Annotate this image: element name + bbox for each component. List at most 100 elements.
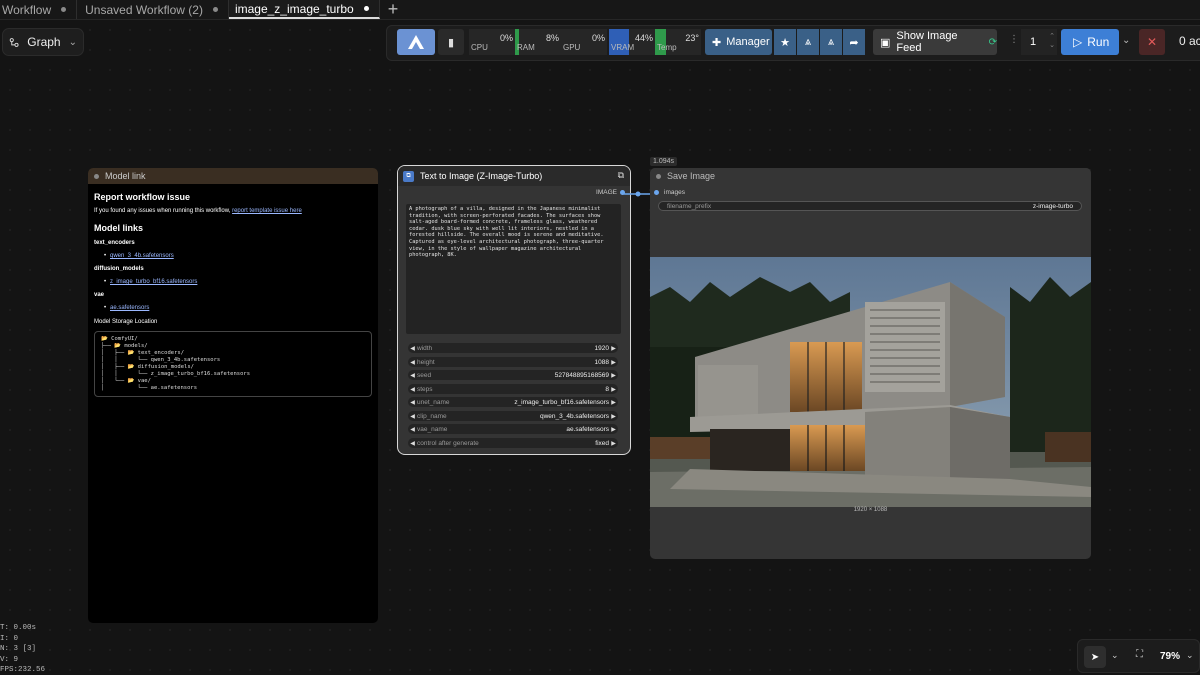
node-header[interactable]: ⧉ Text to Image (Z-Image-Turbo) — [398, 166, 630, 186]
manager-button[interactable]: ✚ Manager — [705, 29, 772, 55]
widget-value: z_image_turbo_bf16.safetensors — [514, 398, 609, 406]
comfy-logo-button[interactable] — [397, 29, 435, 55]
decrement-icon[interactable]: ◀ — [408, 372, 417, 379]
vram-value: 44% — [634, 33, 653, 43]
increment-icon[interactable]: ▶ — [609, 386, 618, 393]
widget-label: seed — [417, 371, 432, 379]
report-issue-link[interactable]: report template issue here — [232, 208, 302, 214]
comfy-logo-icon — [408, 35, 424, 49]
add-tab-button[interactable]: + — [380, 0, 407, 19]
increment-icon[interactable]: ▶ — [609, 399, 618, 406]
star-icon: ★ — [780, 36, 790, 49]
vae-name-widget[interactable]: ◀ vae_name ae.safetensors ▶ — [408, 424, 618, 434]
images-input-slot[interactable]: images — [654, 189, 685, 196]
clip-name-widget[interactable]: ◀ clip_name qwen_3_4b.safetensors ▶ — [408, 411, 618, 421]
show-image-feed-button[interactable]: ▣ Show Image Feed ⟳ — [873, 29, 997, 55]
bookmark-icon: ▮ — [447, 36, 455, 49]
villa-photo — [650, 257, 1091, 507]
manager-label: Manager — [726, 36, 770, 48]
cancel-run-button[interactable]: ✕ — [1139, 29, 1165, 55]
decrement-icon[interactable]: ◀ — [408, 345, 417, 352]
model-file-link[interactable]: qwen_3_4b.safetensors — [94, 253, 372, 259]
output-image-preview[interactable] — [650, 257, 1091, 507]
stepper-arrows-icon[interactable]: ⌃ ⌄ — [1049, 32, 1055, 50]
model-button[interactable]: ⩓ — [797, 29, 819, 55]
unet-name-widget[interactable]: ◀ unet_name z_image_turbo_bf16.safetenso… — [408, 397, 618, 407]
collapse-dot-icon[interactable] — [94, 173, 99, 179]
widget-value: ae.safetensors — [566, 425, 609, 433]
tab-workflow[interactable]: Workflow — [0, 0, 78, 19]
zoom-level[interactable]: 79% — [1160, 651, 1180, 662]
steps-widget[interactable]: ◀ steps 8 ▶ — [408, 384, 618, 394]
tab-label: Workflow — [2, 2, 52, 17]
batch-count-input[interactable]: 1 ⌃ ⌄ — [1021, 29, 1057, 55]
temp-value: 23° — [685, 33, 699, 43]
save-image-node[interactable]: Save Image images filename_prefix z-imag… — [650, 168, 1091, 559]
group-label: vae — [94, 292, 105, 298]
tab-image-z-image-turbo[interactable]: image_z_image_turbo — [228, 0, 380, 19]
vram-monitor: 44% VRAM — [609, 29, 655, 55]
model-alt-icon: ⩓ — [827, 35, 835, 48]
node-title: Save Image — [667, 171, 716, 181]
increment-icon[interactable]: ▶ — [609, 440, 618, 447]
select-mode-button[interactable]: ➤ — [1084, 646, 1106, 668]
collapse-dot-icon[interactable] — [656, 173, 661, 179]
stat-line: V: 9 — [0, 655, 19, 664]
model-links-heading: Model links — [94, 223, 144, 233]
decrement-icon[interactable]: ◀ — [408, 413, 417, 420]
run-button[interactable]: ▷ Run — [1061, 29, 1119, 55]
seed-widget[interactable]: ◀ seed 527848895168569 ▶ — [408, 370, 618, 380]
image-output-slot[interactable]: IMAGE — [596, 189, 625, 196]
bookmark-button[interactable]: ▮ — [438, 29, 464, 55]
refresh-icon: ⟳ — [988, 36, 997, 48]
stat-line: FPS:232.56 — [0, 666, 46, 674]
decrement-icon[interactable]: ◀ — [408, 399, 417, 406]
model-link-node[interactable]: Model link Report workflow issue If you … — [88, 168, 378, 623]
decrement-icon[interactable]: ◀ — [408, 386, 417, 393]
mode-chevron-down-icon[interactable]: ⌄ — [1111, 650, 1119, 661]
decrement-icon[interactable]: ◀ — [408, 440, 417, 447]
stat-line: N: 3 [3] — [0, 645, 37, 653]
cpu-label: CPU — [471, 43, 488, 52]
canvas-stats: T: 0.00s I: 0 N: 3 [3] V: 9 FPS:232.56 — [0, 623, 45, 675]
top-toolbar: ▮ 0% CPU 8% RAM 0% GPU 44% VRAM 23° Temp… — [386, 25, 1200, 61]
gpu-monitor: 0% GPU — [561, 29, 607, 55]
text-to-image-node[interactable]: ⧉ Text to Image (Z-Image-Turbo) ⧉ IMAGE … — [397, 165, 631, 455]
model-file-link[interactable]: z_image_turbo_bf16.safetensors — [94, 279, 372, 285]
decrement-icon[interactable]: ◀ — [408, 426, 417, 433]
node-header[interactable]: Save Image — [650, 168, 1091, 184]
model-alt-button[interactable]: ⩓ — [820, 29, 842, 55]
increment-icon[interactable]: ▶ — [609, 359, 618, 366]
widget-value: fixed — [595, 439, 609, 447]
prompt-textarea[interactable]: A photograph of a villa, designed in the… — [406, 204, 621, 334]
increment-icon[interactable]: ▶ — [609, 345, 618, 352]
favorites-button[interactable]: ★ — [774, 29, 796, 55]
graph-mode-button[interactable]: Graph ⌄ — [2, 28, 84, 56]
model-file-link[interactable]: ae.safetensors — [94, 305, 372, 311]
filename-prefix-widget[interactable]: filename_prefix z-image-turbo — [658, 201, 1082, 211]
fit-view-icon[interactable]: ⛶ — [1136, 649, 1143, 660]
input-port-icon[interactable] — [654, 190, 659, 195]
active-queue-count[interactable]: 0 active — [1179, 34, 1200, 48]
width-widget[interactable]: ◀ width 1920 ▶ — [408, 343, 618, 353]
share-button[interactable]: ➦ — [843, 29, 865, 55]
increment-icon[interactable]: ▶ — [609, 426, 618, 433]
run-options-chevron-icon[interactable]: ⌄ — [1122, 35, 1130, 46]
tab-label: Unsaved Workflow (2) — [85, 2, 203, 17]
temp-monitor: 23° Temp — [655, 29, 701, 55]
group-label: diffusion_models — [94, 266, 144, 272]
increment-icon[interactable]: ▶ — [609, 372, 618, 379]
tab-bar: Workflow Unsaved Workflow (2) image_z_im… — [0, 0, 1200, 20]
control-after-generate-widget[interactable]: ◀ control after generate fixed ▶ — [408, 438, 618, 448]
increment-icon[interactable]: ▶ — [609, 413, 618, 420]
widget-label: clip_name — [417, 412, 447, 420]
tab-unsaved-workflow[interactable]: Unsaved Workflow (2) — [77, 0, 229, 19]
zoom-chevron-down-icon[interactable]: ⌄ — [1186, 650, 1194, 661]
pointer-icon: ➤ — [1090, 651, 1100, 663]
height-widget[interactable]: ◀ height 1088 ▶ — [408, 357, 618, 367]
node-header[interactable]: Model link — [88, 168, 378, 184]
model-icon: ⩓ — [804, 35, 812, 48]
expand-icon[interactable]: ⧉ — [618, 170, 624, 181]
decrement-icon[interactable]: ◀ — [408, 359, 417, 366]
widget-label: vae_name — [417, 425, 448, 433]
